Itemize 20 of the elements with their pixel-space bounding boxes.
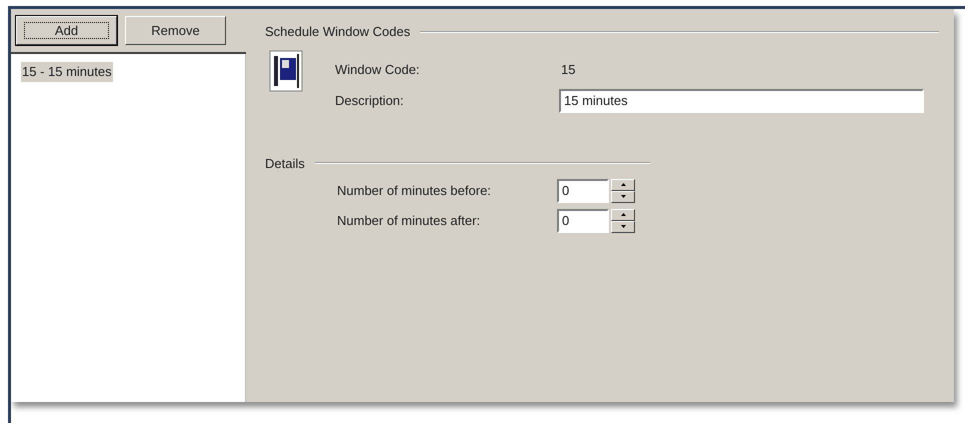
number-field[interactable]: 0 bbox=[557, 208, 609, 232]
number-field[interactable]: 0 bbox=[557, 178, 609, 202]
spin-buttons[interactable] bbox=[611, 178, 635, 202]
section-title: Details bbox=[265, 154, 305, 172]
field-value: 15 bbox=[561, 60, 576, 79]
toolbar-button[interactable]: Add bbox=[16, 16, 117, 45]
field-label: Description: bbox=[335, 92, 405, 110]
field-label: Number of minutes before: bbox=[337, 182, 492, 200]
spin-down-icon[interactable] bbox=[611, 220, 635, 232]
spin-up-icon[interactable] bbox=[611, 178, 635, 190]
spin-buttons[interactable] bbox=[611, 208, 635, 232]
spin-down-icon[interactable] bbox=[611, 190, 635, 202]
schedule-window-icon bbox=[269, 50, 303, 92]
field-label: Window Code: bbox=[335, 60, 421, 79]
toolbar-button[interactable]: Remove bbox=[125, 16, 226, 45]
spin-up-icon[interactable] bbox=[611, 208, 635, 220]
list-item[interactable]: 15 - 15 minutes bbox=[21, 62, 113, 82]
description-field[interactable]: 15 minutes bbox=[559, 88, 924, 112]
field-label: Number of minutes after: bbox=[337, 212, 482, 230]
section-title: Schedule Window Codes bbox=[265, 23, 410, 41]
